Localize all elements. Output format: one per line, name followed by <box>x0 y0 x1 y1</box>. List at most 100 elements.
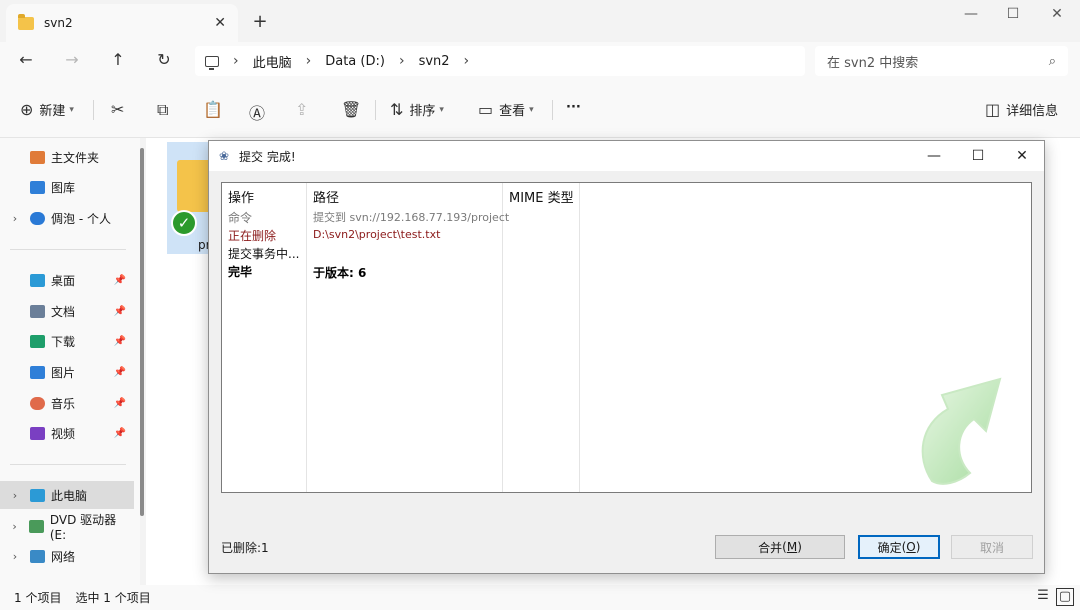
dialog-title-bar[interactable]: ❀ 提交 完成! — ☐ ✕ <box>209 141 1044 171</box>
folder-item-project[interactable]: ✓ pr <box>167 142 211 254</box>
new-tab-button[interactable]: + <box>250 11 270 32</box>
maximize-button[interactable]: ☐ <box>990 0 1036 28</box>
delete-button[interactable]: 🗑 <box>341 100 367 119</box>
sidebar-item-pictures[interactable]: 图片 📌 <box>0 358 134 386</box>
search-input[interactable]: 在 svn2 中搜索 ⌕ <box>815 46 1068 76</box>
paste-button[interactable]: 📋 <box>203 100 229 119</box>
chevron-right-icon[interactable]: › <box>0 550 30 563</box>
sidebar-scrollbar[interactable] <box>140 148 144 516</box>
merge-button[interactable]: 合并(M) <box>715 535 845 559</box>
breadcrumb[interactable]: › 此电脑 › Data (D:) › svn2 › <box>195 46 805 76</box>
view-button[interactable]: ▭ 查看 ▾ <box>478 100 534 119</box>
cut-button[interactable]: ✂ <box>111 100 130 119</box>
chevron-right-icon[interactable]: › <box>0 212 30 225</box>
copy-button[interactable]: ⧉ <box>157 100 174 120</box>
minimize-button[interactable]: — <box>948 0 994 28</box>
dialog-close-button[interactable]: ✕ <box>1000 141 1044 171</box>
row-action[interactable]: 命令 <box>228 209 252 226</box>
tab-title: svn2 <box>44 16 73 30</box>
row-path[interactable]: 于版本: 6 <box>313 264 366 281</box>
ok-label: 确定 <box>877 540 902 555</box>
header-action[interactable]: 操作 <box>228 187 254 206</box>
tab-bar: svn2 ✕ + — ☐ ✕ <box>0 0 1080 42</box>
command-bar: ⊕ 新建 ▾ ✂ ⧉ 📋 Ⓐ ⇪ 🗑 ⇅ 排序 ▾ ▭ 查看 ▾ ··· ◫ 详… <box>0 80 1080 138</box>
forward-arrow-icon[interactable]: → <box>60 50 84 72</box>
divider <box>10 249 126 250</box>
cloud-icon <box>30 211 45 225</box>
sidebar-item-documents[interactable]: 文档 📌 <box>0 297 134 325</box>
refresh-icon[interactable]: ↻ <box>152 50 176 72</box>
sidebar-item-desktop[interactable]: 桌面 📌 <box>0 266 134 294</box>
sidebar-item-network[interactable]: › 网络 <box>0 542 134 570</box>
share-button[interactable]: ⇪ <box>295 100 314 119</box>
sidebar-item-label: 此电脑 <box>51 488 88 503</box>
row-action[interactable]: 提交事务中... <box>228 245 299 262</box>
sidebar-item-label: 音乐 <box>51 396 76 411</box>
commit-arrow-decoration-icon <box>921 377 1002 485</box>
downloads-icon <box>30 334 45 348</box>
sidebar-item-videos[interactable]: 视频 📌 <box>0 419 134 447</box>
chevron-right-icon[interactable]: › <box>306 53 312 69</box>
sidebar-item-music[interactable]: 音乐 📌 <box>0 389 134 417</box>
commit-log-list[interactable]: 操作 路径 MIME 类型 命令 提交到 svn://192.168.77.19… <box>221 182 1032 493</box>
sidebar-item-cloud[interactable]: › 倜泡 - 个人 <box>0 204 134 232</box>
pin-icon[interactable]: 📌 <box>114 367 126 378</box>
dialog-maximize-button[interactable]: ☐ <box>956 141 1000 171</box>
chevron-right-icon[interactable]: › <box>0 489 30 502</box>
pin-icon[interactable]: 📌 <box>114 336 126 347</box>
copy-icon: ⧉ <box>157 100 169 119</box>
breadcrumb-drive[interactable]: Data (D:) <box>325 54 385 69</box>
chevron-right-icon[interactable]: › <box>399 53 405 69</box>
dialog-title: 提交 完成! <box>239 149 296 164</box>
back-arrow-icon[interactable]: ← <box>14 50 38 72</box>
row-action[interactable]: 完毕 <box>228 263 252 280</box>
sort-button[interactable]: ⇅ 排序 ▾ <box>390 100 444 119</box>
divider <box>375 100 376 120</box>
dialog-minimize-button[interactable]: — <box>912 141 956 171</box>
pin-icon[interactable]: 📌 <box>114 398 126 409</box>
chevron-right-icon[interactable]: › <box>233 53 239 69</box>
tab-svn2[interactable]: svn2 ✕ <box>6 4 238 42</box>
sidebar-item-this-pc[interactable]: › 此电脑 <box>0 481 134 509</box>
row-path[interactable]: D:\svn2\project\test.txt <box>313 228 440 241</box>
pin-icon[interactable]: 📌 <box>114 275 126 286</box>
gallery-icon <box>30 180 45 194</box>
sidebar-item-downloads[interactable]: 下载 📌 <box>0 327 134 355</box>
tortoisesvn-icon: ❀ <box>219 149 230 163</box>
details-label: 详细信息 <box>1006 104 1059 119</box>
sidebar-item-label: DVD 驱动器 (E: <box>49 512 117 542</box>
details-view-icon[interactable]: ☰ <box>1034 588 1052 606</box>
tiles-view-icon[interactable]: ▢ <box>1056 588 1074 606</box>
header-path[interactable]: 路径 <box>313 187 339 206</box>
pin-icon[interactable]: 📌 <box>114 306 126 317</box>
sidebar-item-label: 倜泡 - 个人 <box>51 211 111 226</box>
dvd-icon <box>29 519 44 533</box>
close-tab-icon[interactable]: ✕ <box>214 15 226 31</box>
chevron-down-icon: ▾ <box>69 104 74 115</box>
breadcrumb-svn2[interactable]: svn2 <box>419 54 450 69</box>
sidebar-item-gallery[interactable]: 图库 <box>0 173 134 201</box>
cancel-button[interactable]: 取消 <box>951 535 1033 559</box>
sidebar-item-label: 桌面 <box>51 273 76 288</box>
header-mime-type[interactable]: MIME 类型 <box>509 187 574 206</box>
details-button[interactable]: ◫ 详细信息 <box>985 100 1058 119</box>
ok-button[interactable]: 确定(O) <box>858 535 940 559</box>
ok-accel-key: O <box>906 540 916 554</box>
close-window-button[interactable]: ✕ <box>1034 0 1080 28</box>
pin-icon[interactable]: 📌 <box>114 428 126 439</box>
up-arrow-icon[interactable]: ↑ <box>106 50 130 72</box>
music-icon <box>30 396 45 410</box>
row-path[interactable]: 提交到 svn://192.168.77.193/project <box>313 209 509 225</box>
more-options-button[interactable]: ··· <box>566 100 581 115</box>
sidebar-item-home[interactable]: 主文件夹 <box>0 143 134 171</box>
new-button[interactable]: ⊕ 新建 ▾ <box>20 100 74 119</box>
chevron-right-icon[interactable]: › <box>0 520 29 533</box>
sidebar-item-dvd[interactable]: › DVD 驱动器 (E: <box>0 512 134 542</box>
details-pane-icon: ◫ <box>985 100 1001 119</box>
sidebar-item-label: 网络 <box>51 549 76 564</box>
row-action[interactable]: 正在删除 <box>228 227 276 244</box>
chevron-right-icon[interactable]: › <box>464 53 470 69</box>
sidebar-item-label: 主文件夹 <box>51 150 100 165</box>
breadcrumb-this-pc[interactable]: 此电脑 <box>253 52 292 71</box>
rename-button[interactable]: Ⓐ <box>249 100 271 124</box>
